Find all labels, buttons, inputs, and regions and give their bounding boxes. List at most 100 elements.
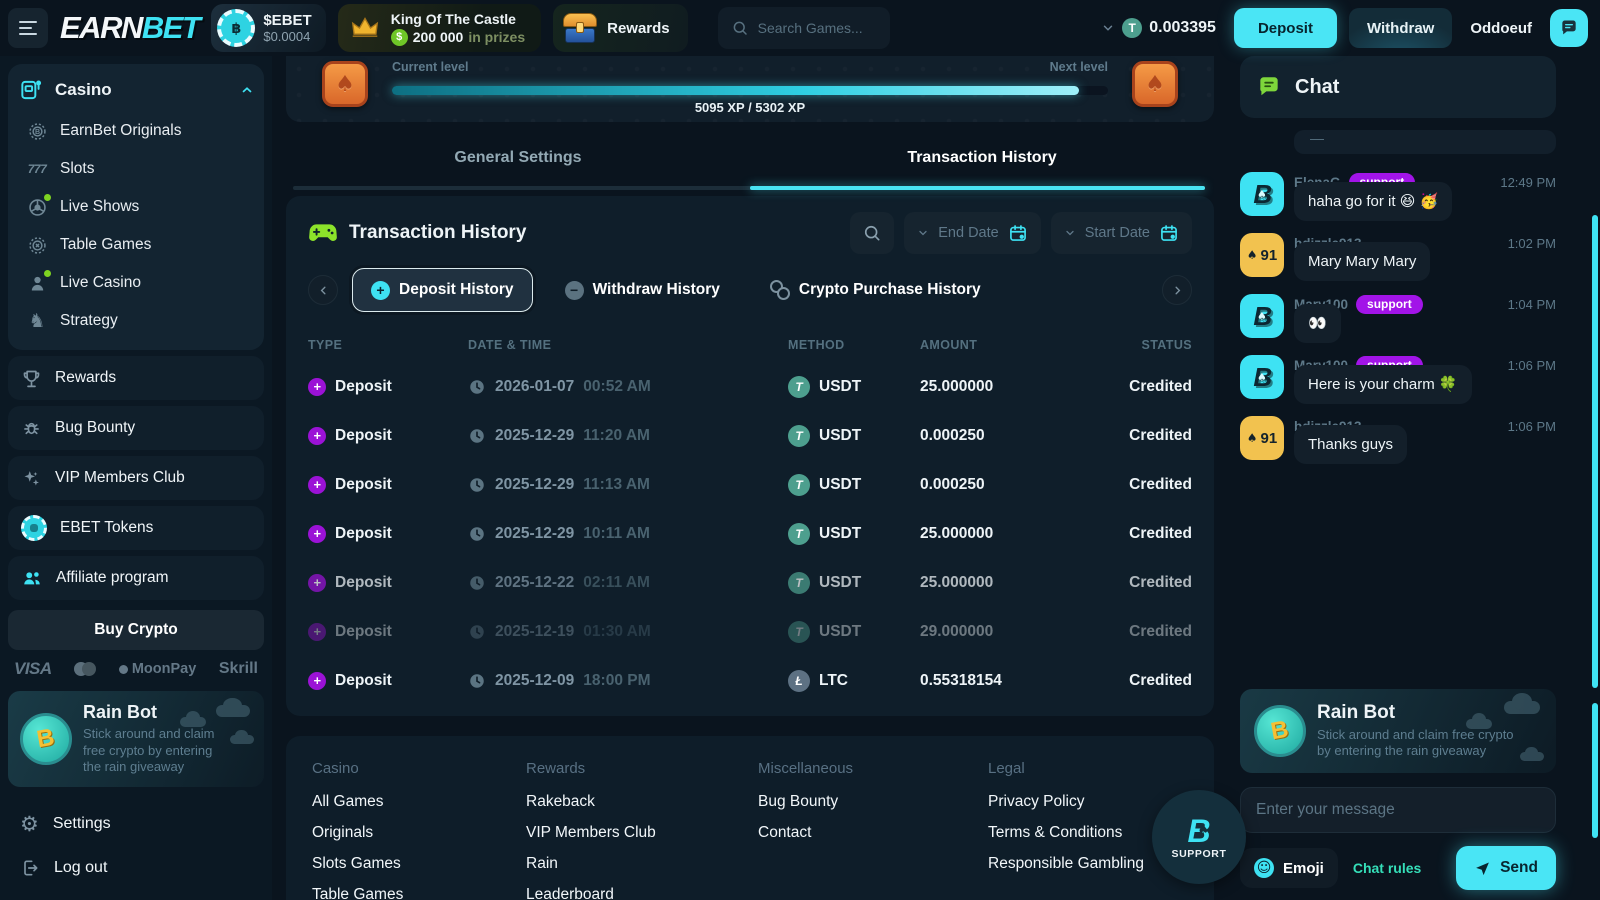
chevron-up-icon[interactable] xyxy=(240,83,254,97)
xp-progress-fill xyxy=(392,86,1079,95)
sidebar-item-live-shows[interactable]: Live Shows xyxy=(18,188,254,226)
rewards-banner[interactable]: Rewards xyxy=(553,4,688,52)
sidebar-item-logout[interactable]: Log out xyxy=(8,846,264,890)
support-button[interactable]: B♠ SUPPORT xyxy=(1152,790,1246,884)
footer-column-title: Legal xyxy=(988,760,1188,777)
earnbet-logo[interactable]: EARNBET xyxy=(60,10,199,46)
search-input[interactable] xyxy=(758,20,877,36)
sidebar-item-strategy[interactable]: ♞ Strategy xyxy=(18,302,254,340)
support-avatar[interactable]: B♠ xyxy=(1240,355,1284,399)
chat-toggle-button[interactable] xyxy=(1550,9,1588,47)
filter-deposit-history[interactable]: + Deposit History xyxy=(352,268,533,312)
message-time: 1:06 PM xyxy=(1508,419,1556,434)
chat-scrollbar[interactable] xyxy=(1592,215,1598,688)
sidebar-item-live-casino[interactable]: Live Casino xyxy=(18,264,254,302)
table-row[interactable]: +Deposit 2025-12-29 11:20 AM TUSDT 0.000… xyxy=(308,411,1192,460)
sidebar-item-bug-bounty[interactable]: Bug Bounty xyxy=(8,406,264,450)
wallet-balance[interactable]: T 0.003395 xyxy=(1101,18,1216,38)
row-amount: 0.55318154 xyxy=(920,672,1082,690)
search-history-button[interactable] xyxy=(850,212,894,254)
message-time: 1:02 PM xyxy=(1508,236,1556,251)
rain-bot-card[interactable]: B Rain Bot Stick around and claim free c… xyxy=(1240,689,1556,773)
col-amount: AMOUNT xyxy=(920,338,1082,352)
row-type: Deposit xyxy=(335,427,392,445)
transaction-table-body: +Deposit 2026-01-07 00:52 AM TUSDT 25.00… xyxy=(308,362,1192,705)
table-row[interactable]: +Deposit 2026-01-07 00:52 AM TUSDT 25.00… xyxy=(308,362,1192,411)
rain-bot-card[interactable]: B Rain Bot Stick around and claim free c… xyxy=(8,691,264,787)
user-level-avatar[interactable]: ♠91 xyxy=(1240,416,1284,460)
footer-link[interactable]: Contact xyxy=(758,824,988,842)
rain-bot-title: Rain Bot xyxy=(83,702,233,723)
footer-link[interactable]: Rakeback xyxy=(526,793,758,811)
footer-link[interactable]: Bug Bounty xyxy=(758,793,988,811)
chat-rules-link[interactable]: Chat rules xyxy=(1353,860,1421,876)
sidebar-item-label: Strategy xyxy=(60,312,118,330)
casino-section: Casino B EarnBet Originals 777 Slots xyxy=(8,64,264,350)
row-type: Deposit xyxy=(335,378,392,396)
king-of-the-castle-banner[interactable]: King Of The Castle $ 200 000 in prizes xyxy=(338,4,541,52)
footer-link[interactable]: Rain xyxy=(526,855,758,873)
hamburger-menu-icon[interactable] xyxy=(8,8,48,48)
scroll-left-button[interactable] xyxy=(308,275,338,305)
support-avatar[interactable]: B♠ xyxy=(1240,294,1284,338)
ebet-balance-card[interactable]: $EBET $0.0004 xyxy=(211,4,325,52)
tab-general-settings[interactable]: General Settings xyxy=(286,140,750,190)
table-row[interactable]: +Deposit 2025-12-22 02:11 AM TUSDT 25.00… xyxy=(308,558,1192,607)
row-type: Deposit xyxy=(335,476,392,494)
row-date: 2025-12-19 xyxy=(495,623,574,641)
active-tab-underline xyxy=(750,186,1205,190)
footer-link[interactable]: Leaderboard xyxy=(526,886,758,900)
coins-icon xyxy=(770,280,790,300)
footer-link[interactable]: Slots Games xyxy=(312,855,526,873)
buy-crypto-button[interactable]: Buy Crypto xyxy=(8,610,264,650)
footer-link[interactable]: Originals xyxy=(312,824,526,842)
row-method: USDT xyxy=(819,623,861,641)
earnbet-b-logo-icon: B♠ xyxy=(1187,815,1210,847)
table-row[interactable]: +Deposit 2025-12-29 11:13 AM TUSDT 0.000… xyxy=(308,460,1192,509)
sidebar-item-rewards[interactable]: Rewards xyxy=(8,356,264,400)
table-row[interactable]: +Deposit 2025-12-09 18:00 PM ŁLTC 0.5531… xyxy=(308,656,1192,705)
sidebar-item-settings[interactable]: ⚙ Settings xyxy=(8,802,264,846)
end-date-label: End Date xyxy=(938,225,998,241)
table-row[interactable]: +Deposit 2025-12-19 01:30 AM TUSDT 29.00… xyxy=(308,607,1192,656)
message-bubble: 👀 xyxy=(1294,304,1341,343)
deposit-button[interactable]: Deposit xyxy=(1234,8,1337,48)
end-date-picker[interactable]: End Date xyxy=(904,212,1040,254)
support-avatar[interactable]: B♠ xyxy=(1240,172,1284,216)
row-date: 2025-12-29 xyxy=(495,476,574,494)
sidebar-item-affiliate-program[interactable]: Affiliate program xyxy=(8,556,264,600)
live-indicator-dot xyxy=(44,270,51,277)
chat-message-input[interactable] xyxy=(1240,787,1556,833)
footer-link[interactable]: All Games xyxy=(312,793,526,811)
user-level-avatar[interactable]: ♠91 xyxy=(1240,233,1284,277)
sidebar-item-vip-members-club[interactable]: VIP Members Club xyxy=(8,456,264,500)
sidebar-item-label: Bug Bounty xyxy=(55,419,135,437)
send-button[interactable]: Send xyxy=(1456,846,1556,890)
history-filter-tabs: + Deposit History − Withdraw History Cry… xyxy=(308,268,1192,312)
tab-transaction-history[interactable]: Transaction History xyxy=(750,140,1214,190)
sidebar-item-slots[interactable]: 777 Slots xyxy=(18,150,254,188)
username[interactable]: Oddoeuf xyxy=(1470,20,1532,37)
start-date-picker[interactable]: Start Date xyxy=(1051,212,1192,254)
sidebar-item-casino[interactable]: Casino xyxy=(18,68,254,112)
footer-link[interactable]: Privacy Policy xyxy=(988,793,1188,811)
emoji-button[interactable]: ☺ Emoji xyxy=(1240,848,1338,888)
row-method: USDT xyxy=(819,525,861,543)
sidebar-item-earnbet-originals[interactable]: B EarnBet Originals xyxy=(18,112,254,150)
footer-link[interactable]: Table Games xyxy=(312,886,526,900)
rain-bot-description: Stick around and claim free crypto by en… xyxy=(1317,727,1517,760)
filter-crypto-purchase-history[interactable]: Crypto Purchase History xyxy=(752,268,999,312)
row-date: 2025-12-09 xyxy=(495,672,574,690)
sidebar-item-table-games[interactable]: Table Games xyxy=(18,226,254,264)
chat-scrollbar[interactable] xyxy=(1592,703,1598,838)
table-row[interactable]: +Deposit 2025-12-29 10:11 AM TUSDT 25.00… xyxy=(308,509,1192,558)
withdraw-button[interactable]: Withdraw xyxy=(1349,8,1452,48)
sidebar-item-ebet-tokens[interactable]: EBET Tokens xyxy=(8,506,264,550)
moonpay-logo: MoonPay xyxy=(119,661,196,677)
rain-bot-description: Stick around and claim free crypto by en… xyxy=(83,726,233,776)
filter-withdraw-history[interactable]: − Withdraw History xyxy=(547,268,738,312)
footer-link[interactable]: VIP Members Club xyxy=(526,824,758,842)
scroll-right-button[interactable] xyxy=(1162,275,1192,305)
poker-chip-icon xyxy=(21,515,47,541)
row-status: Credited xyxy=(1082,378,1192,396)
